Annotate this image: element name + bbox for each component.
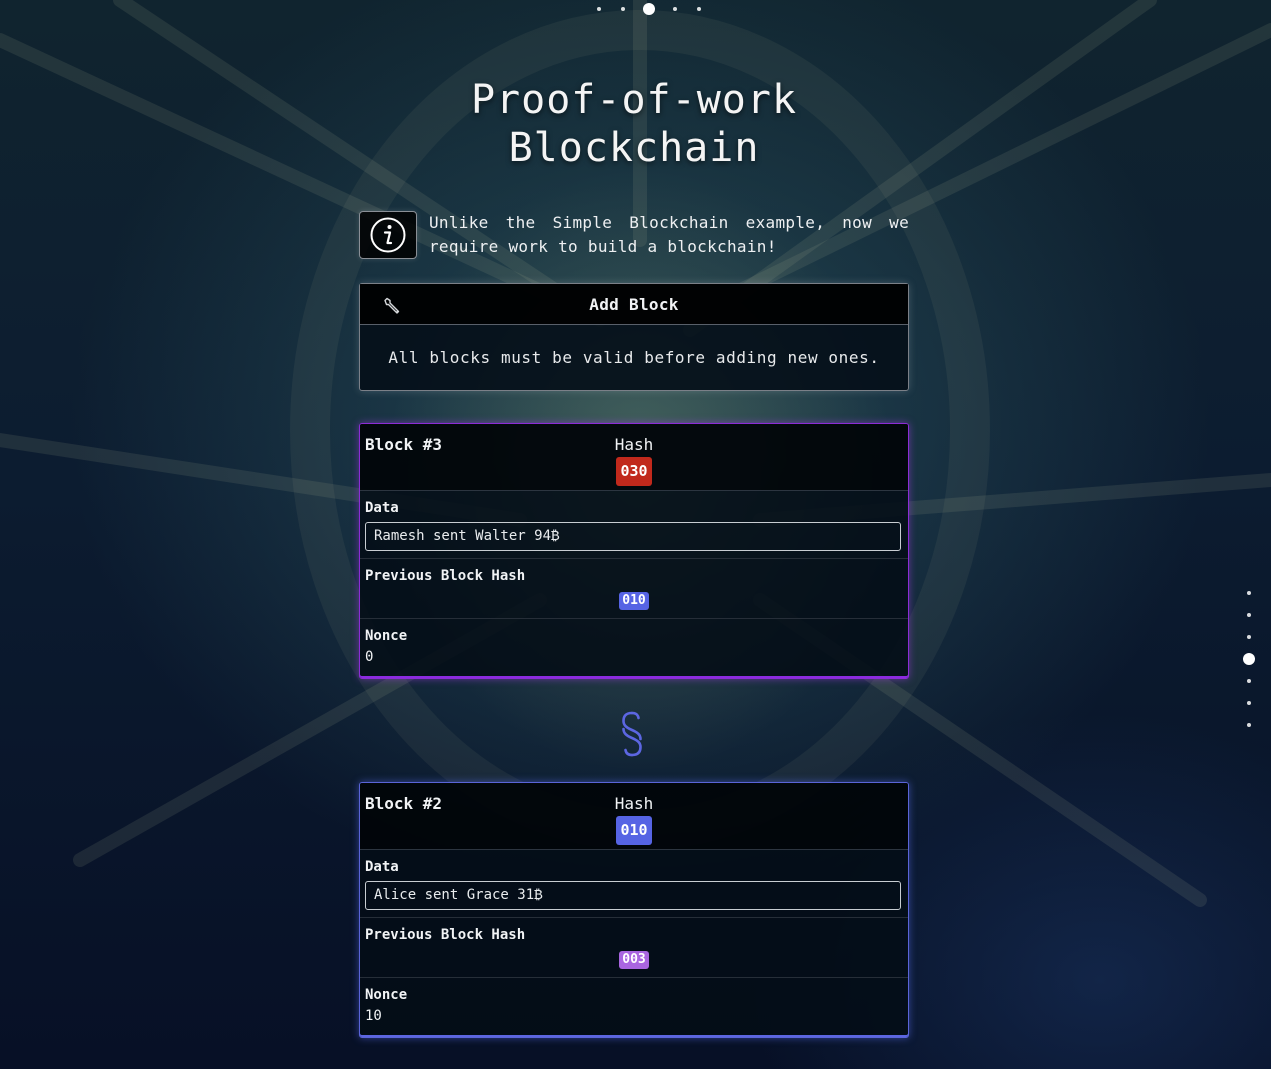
nonce-value: 10	[365, 1008, 382, 1024]
slide-dot[interactable]	[597, 7, 601, 11]
slide-pagination-vertical	[1243, 582, 1255, 736]
hash-label: Hash	[614, 435, 654, 454]
slide-pagination-horizontal	[587, 3, 711, 15]
slide-dot[interactable]	[1247, 701, 1251, 705]
previous-hash-label: Previous Block Hash	[365, 927, 526, 943]
slide-dot-active[interactable]	[1243, 653, 1255, 665]
info-icon	[359, 211, 417, 259]
data-input[interactable]	[365, 881, 901, 910]
nonce-section: Nonce 0	[360, 619, 908, 678]
slide-dot[interactable]	[621, 7, 625, 11]
data-input[interactable]	[365, 522, 901, 551]
slide-dot[interactable]	[1247, 679, 1251, 683]
data-label: Data	[365, 859, 399, 875]
block-card: Block #2 Hash 010 Data Previous Block Ha…	[359, 782, 909, 1038]
data-label: Data	[365, 500, 399, 516]
add-block-title[interactable]: Add Block	[589, 295, 678, 314]
wrench-icon[interactable]	[382, 296, 402, 320]
previous-hash-section: Previous Block Hash 010	[360, 559, 908, 619]
data-section: Data	[360, 491, 908, 559]
slide-dot-active[interactable]	[643, 3, 655, 15]
hash-badge: 030	[616, 457, 652, 486]
page-title: Proof-of-work Blockchain	[0, 76, 1268, 172]
previous-hash-section: Previous Block Hash 003	[360, 918, 908, 978]
previous-hash-badge: 010	[619, 592, 649, 610]
info-callout: Unlike the Simple Blockchain example, no…	[359, 211, 909, 259]
previous-hash-label: Previous Block Hash	[365, 568, 526, 584]
hash-badge: 010	[616, 816, 652, 845]
nonce-value: 0	[365, 649, 374, 665]
previous-hash-badge: 003	[619, 951, 649, 969]
page-title-line2: Blockchain	[508, 125, 760, 171]
block-header: Block #3 Hash 030	[360, 424, 908, 491]
info-text: Unlike the Simple Blockchain example, no…	[429, 213, 909, 256]
nonce-label: Nonce	[365, 628, 408, 644]
block-card: Block #3 Hash 030 Data Previous Block Ha…	[359, 423, 909, 679]
slide-dot[interactable]	[697, 7, 701, 11]
chain-link-icon	[620, 711, 644, 761]
slide-dot[interactable]	[1247, 613, 1251, 617]
add-block-message: All blocks must be valid before adding n…	[388, 347, 880, 367]
slide-dot[interactable]	[673, 7, 677, 11]
slide-dot[interactable]	[1247, 591, 1251, 595]
nonce-label: Nonce	[365, 987, 408, 1003]
add-block-panel: Add Block All blocks must be valid befor…	[359, 283, 909, 391]
add-block-header: Add Block	[360, 284, 908, 325]
data-section: Data	[360, 850, 908, 918]
block-header: Block #2 Hash 010	[360, 783, 908, 850]
slide-dot[interactable]	[1247, 723, 1251, 727]
hash-label: Hash	[614, 794, 654, 813]
slide-dot[interactable]	[1247, 635, 1251, 639]
nonce-section: Nonce 10	[360, 978, 908, 1037]
page-title-line1: Proof-of-work	[470, 77, 798, 123]
